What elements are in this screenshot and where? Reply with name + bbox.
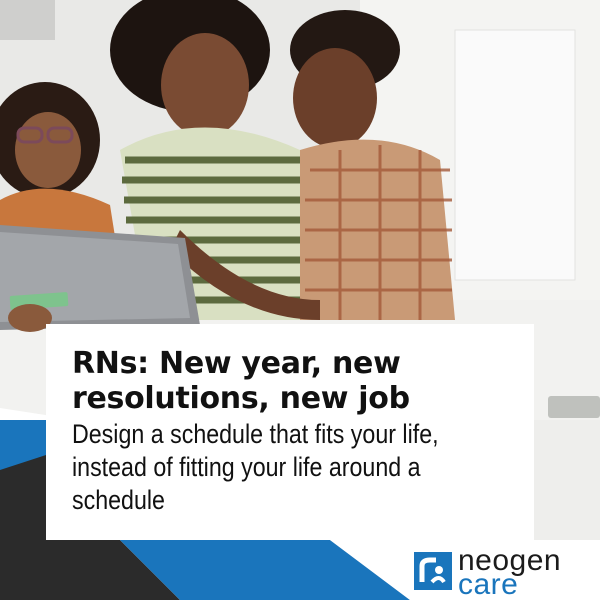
subhead-line-3: schedule	[72, 485, 165, 515]
subhead-line-1: Design a schedule that fits your life,	[72, 419, 439, 449]
brand-name-bottom: care	[458, 568, 519, 600]
headline-card: RNs: New year, new resolutions, new job …	[46, 324, 534, 540]
subhead-line-2: instead of fitting your life around a	[72, 452, 421, 482]
headline-line-2: resolutions, new job	[72, 381, 410, 416]
neogen-mark-icon	[414, 552, 452, 590]
neogen-care-logo: neogen care	[414, 544, 594, 600]
headline-line-1: RNs: New year, new	[72, 346, 401, 381]
ad-canvas: RNs: New year, new resolutions, new job …	[0, 0, 600, 600]
